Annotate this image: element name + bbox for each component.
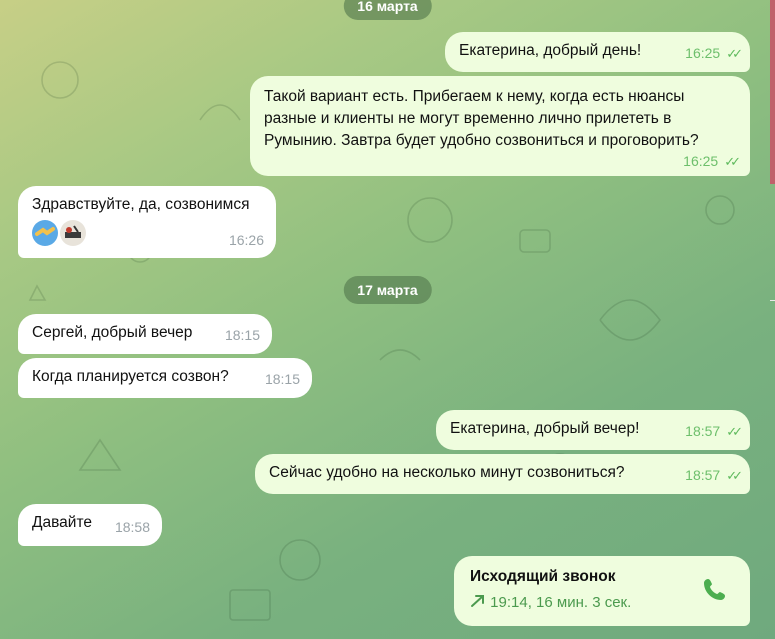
message-time: 18:58 (114, 519, 150, 535)
message-meta: 18:15 (225, 324, 260, 347)
phone-icon[interactable] (702, 576, 728, 602)
scrollbar-thumb[interactable] (770, 0, 775, 184)
message-meta: 18:58 (115, 516, 150, 539)
message-text: Когда планируется созвон? (32, 368, 229, 385)
message-outgoing[interactable]: Такой вариант есть. Прибегаем к нему, ко… (250, 76, 750, 176)
message-text: Екатерина, добрый день! (459, 42, 642, 59)
message-meta: 18:15 (265, 368, 300, 391)
message-time: 18:15 (264, 371, 300, 387)
emoji-row (32, 220, 262, 246)
message-outgoing[interactable]: Сейчас удобно на несколько минут созвони… (255, 454, 750, 494)
call-message[interactable]: Исходящий звонок 19:14, 16 мин. 3 сек. (454, 556, 750, 626)
message-meta: 18:57 ✓✓ (685, 420, 743, 443)
sticker-emoji-icon (60, 220, 86, 246)
scrollbar-divider (770, 300, 775, 301)
message-text: Сергей, добрый вечер (32, 324, 193, 341)
message-text: Сейчас удобно на несколько минут созвони… (269, 464, 625, 481)
double-check-icon: ✓✓ (726, 468, 743, 483)
message-time: 16:25 (683, 153, 719, 169)
message-text: Такой вариант есть. Прибегаем к нему, ко… (264, 88, 699, 149)
double-check-icon: ✓✓ (726, 424, 743, 439)
message-time: 18:57 (685, 467, 721, 483)
call-details-row: 19:14, 16 мин. 3 сек. (470, 592, 734, 614)
message-incoming[interactable]: Здравствуйте, да, созвонимся 16:26 (18, 186, 276, 258)
double-check-icon: ✓✓ (726, 46, 743, 61)
message-meta: 16:26 (229, 229, 264, 252)
message-meta: 16:25 ✓✓ (685, 42, 743, 65)
message-meta: 16:25 ✓✓ (264, 152, 741, 171)
message-incoming[interactable]: Давайте 18:58 (18, 504, 162, 546)
outgoing-arrow-icon (471, 595, 484, 607)
message-outgoing[interactable]: Екатерина, добрый день! 16:25 ✓✓ (445, 32, 750, 72)
handshake-emoji-icon (32, 220, 58, 246)
message-incoming[interactable]: Когда планируется созвон? 18:15 (18, 358, 312, 398)
message-time: 18:57 (685, 423, 721, 439)
date-separator: 16 марта (343, 0, 432, 20)
date-separator: 17 марта (343, 276, 432, 304)
call-details: 19:14, 16 мин. 3 сек. (490, 594, 632, 611)
message-time: 16:26 (228, 232, 264, 248)
message-text: Здравствуйте, да, созвонимся (32, 196, 250, 213)
message-time: 16:25 (685, 45, 721, 61)
call-title: Исходящий звонок (470, 568, 616, 585)
message-text: Давайте (32, 514, 93, 531)
message-meta: 18:57 ✓✓ (685, 464, 743, 487)
double-check-icon: ✓✓ (724, 154, 741, 169)
message-outgoing[interactable]: Екатерина, добрый вечер! 18:57 ✓✓ (436, 410, 750, 450)
message-incoming[interactable]: Сергей, добрый вечер 18:15 (18, 314, 272, 354)
message-time: 18:15 (224, 327, 260, 343)
message-text: Екатерина, добрый вечер! (450, 420, 640, 437)
